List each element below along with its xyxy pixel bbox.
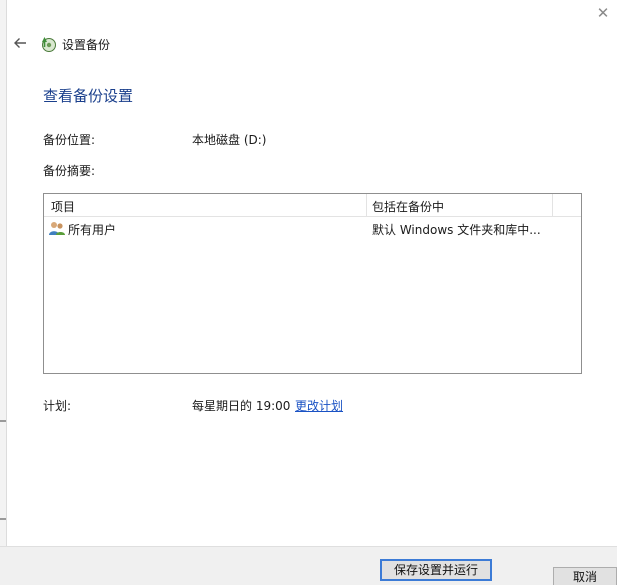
page-title: 查看备份设置 bbox=[43, 87, 134, 105]
list-header: 项目 包括在备份中 bbox=[44, 194, 581, 217]
edge-mark bbox=[0, 420, 6, 422]
backup-location-label: 备份位置: bbox=[43, 133, 96, 147]
schedule-label: 计划: bbox=[43, 399, 72, 413]
edge-mark bbox=[0, 518, 6, 520]
window-left-edge bbox=[0, 0, 7, 584]
cancel-button[interactable]: 取消 bbox=[553, 567, 617, 585]
column-header-included[interactable]: 包括在备份中 bbox=[372, 198, 444, 215]
app-title: 设置备份 bbox=[62, 38, 111, 52]
backup-location-value: 本地磁盘 (D:) bbox=[192, 133, 267, 147]
footer-bar: 保存设置并运行 取消 bbox=[0, 546, 617, 585]
users-icon bbox=[48, 221, 66, 236]
table-row[interactable]: 所有用户 默认 Windows 文件夹和库中... bbox=[44, 218, 581, 238]
column-divider[interactable] bbox=[366, 194, 367, 216]
column-header-item[interactable]: 项目 bbox=[51, 198, 75, 215]
column-divider[interactable] bbox=[552, 194, 553, 216]
schedule-value: 每星期日的 19:00 bbox=[192, 399, 291, 413]
backup-icon bbox=[39, 35, 57, 53]
backup-summary-label: 备份摘要: bbox=[43, 164, 96, 178]
row-included-value: 默认 Windows 文件夹和库中... bbox=[372, 223, 541, 237]
save-and-run-button[interactable]: 保存设置并运行 bbox=[380, 559, 492, 581]
row-item-name: 所有用户 bbox=[68, 223, 117, 237]
change-schedule-link[interactable]: 更改计划 bbox=[295, 397, 343, 414]
back-arrow-icon[interactable] bbox=[12, 35, 28, 51]
backup-summary-list[interactable]: 项目 包括在备份中 所有用户 默认 Windows 文件夹和库中... bbox=[43, 193, 582, 374]
close-icon[interactable]: ✕ bbox=[593, 4, 613, 22]
